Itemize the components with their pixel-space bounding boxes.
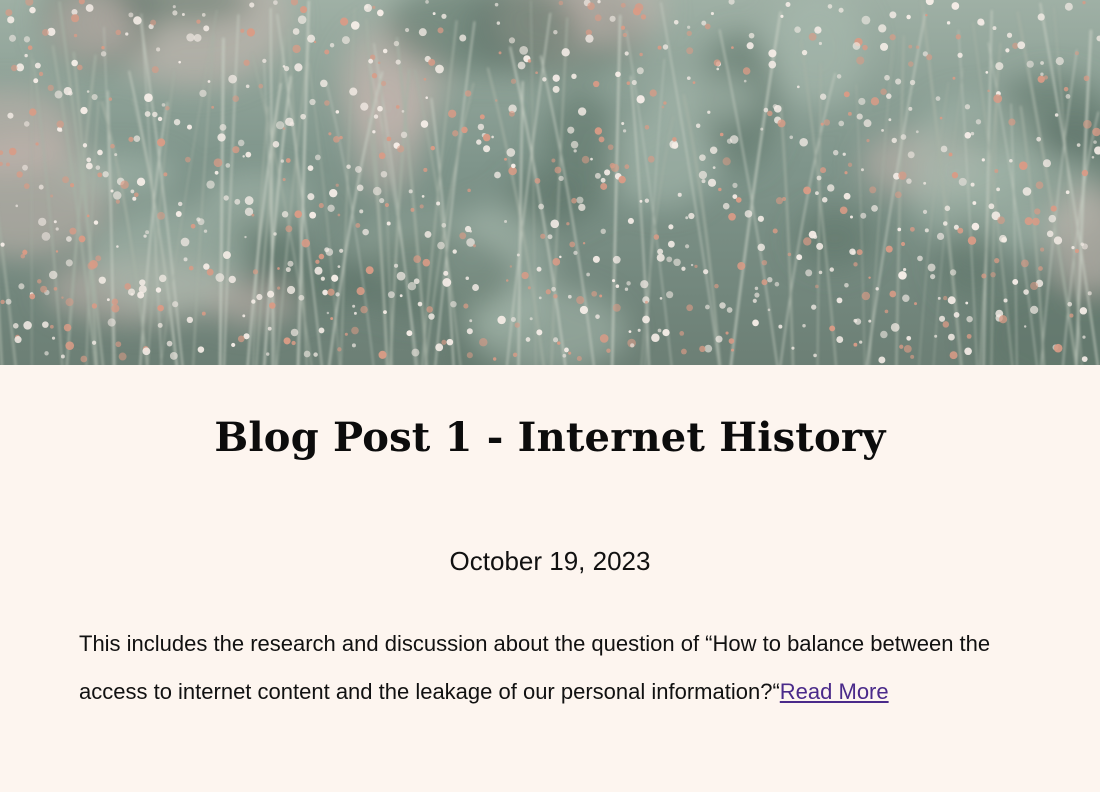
post-date: October 19, 2023 (449, 546, 651, 576)
read-more-link[interactable]: Read More (780, 679, 889, 704)
hero-image (0, 0, 1100, 365)
dried-grass-flowers-photo (0, 0, 1100, 365)
post-title: Blog Post 1 - Internet History (214, 414, 886, 461)
blog-post-card: Blog Post 1 - Internet History October 1… (0, 0, 1100, 792)
post-excerpt: This includes the research and discussio… (79, 620, 1009, 716)
